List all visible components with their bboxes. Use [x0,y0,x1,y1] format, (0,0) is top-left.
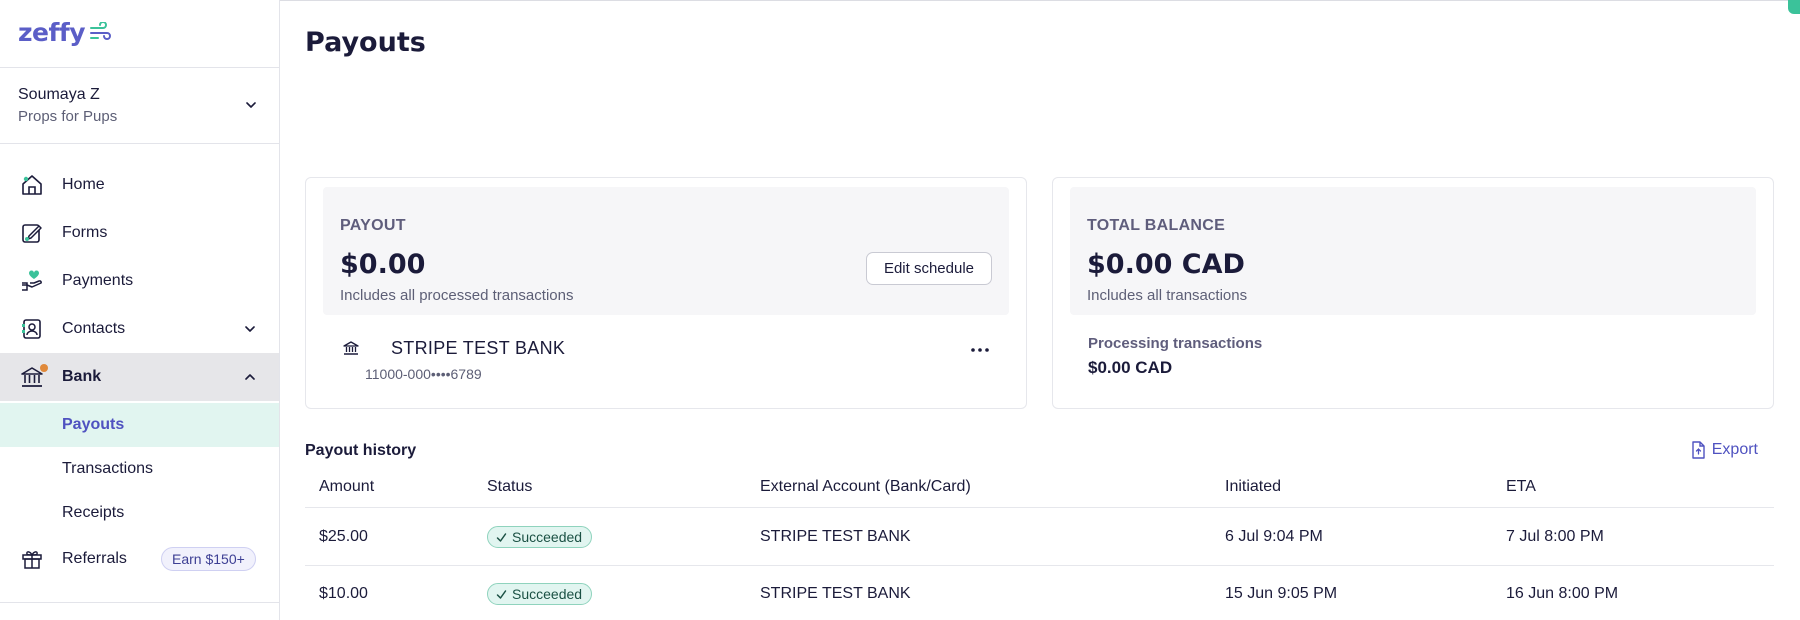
bank-name: STRIPE TEST BANK [391,338,566,358]
status-text: Succeeded [512,586,583,602]
sidebar-subitem-label: Transactions [62,460,153,477]
cell-amount: $10.00 [319,585,368,602]
payout-amount: $0.00 [340,249,426,280]
balance-label: TOTAL BALANCE [1087,217,1226,234]
payout-card: PAYOUT $0.00 Includes all processed tran… [305,177,1027,409]
status-text: Succeeded [512,529,583,545]
chevron-down-icon [246,102,256,108]
bank-icon [343,341,359,355]
processing-label: Processing transactions [1088,335,1263,352]
balance-card: TOTAL BALANCE $0.00 CAD Includes all tra… [1052,177,1774,409]
sidebar-item-label: Bank [62,368,102,385]
notification-dot [40,364,48,372]
status-badge: Succeeded [487,526,593,548]
column-header[interactable]: ETA [1506,478,1536,496]
sidebar: zeffy Soumaya Z Props for Pups Home Form… [0,0,280,620]
gift-icon [22,551,42,569]
payout-description: Includes all processed transactions [340,287,574,304]
divider [0,67,279,68]
payout-summary: PAYOUT $0.00 Includes all processed tran… [323,187,1009,315]
column-header[interactable]: Amount [319,478,374,496]
org-name: Soumaya Z [18,86,100,103]
chevron-down-icon [245,326,255,332]
sidebar-item-label: Referrals [62,550,127,567]
org-subtitle: Props for Pups [18,108,118,125]
sidebar-subitem-payouts[interactable]: Payouts [0,403,279,447]
cell-initiated: 15 Jun 9:05 PM [1225,585,1338,602]
export-label: Export [1711,441,1758,458]
logo-wind-icon [90,21,112,40]
sidebar-item-label: Payments [62,272,134,289]
export-button[interactable]: Export [1690,441,1758,459]
org-switcher[interactable]: Soumaya Z Props for Pups [18,86,262,125]
divider [0,143,279,144]
contacts-icon [22,319,41,339]
balance-summary: TOTAL BALANCE $0.00 CAD Includes all tra… [1070,187,1756,315]
cell-eta: 7 Jul 8:00 PM [1506,528,1604,545]
sidebar-item-label: Home [62,176,105,193]
sidebar-subitem-label: Receipts [62,504,125,521]
sidebar-item-bank[interactable]: Bank [0,353,279,401]
divider [0,602,279,603]
check-icon [496,532,507,542]
sidebar-item-referrals[interactable]: Referrals Earn $150+ [0,535,279,583]
cell-amount: $25.00 [319,528,368,545]
sidebar-subitem-receipts[interactable]: Receipts [0,491,279,535]
page-title: Payouts [305,27,426,58]
export-file-icon [1692,441,1705,459]
bank-account-number: 11000-000••••6789 [365,366,482,382]
sidebar-item-home[interactable]: Home [0,161,279,209]
payments-icon [22,270,42,291]
sidebar-subitem-label: Payouts [62,416,125,433]
processing-value: $0.00 CAD [1088,358,1173,377]
column-header[interactable]: Initiated [1225,478,1281,496]
balance-description: Includes all transactions [1087,287,1248,304]
cell-initiated: 6 Jul 9:04 PM [1225,528,1323,545]
sidebar-item-label: Forms [62,224,108,241]
column-header[interactable]: External Account (Bank/Card) [760,478,971,496]
sidebar-item-contacts[interactable]: Contacts [0,305,279,353]
divider [305,565,1774,566]
cell-eta: 16 Jun 8:00 PM [1506,585,1619,602]
forms-icon [22,224,42,243]
balance-amount: $0.00 CAD [1087,249,1245,280]
earn-badge[interactable]: Earn $150+ [161,547,256,571]
chevron-up-icon [245,374,255,380]
home-icon [22,175,42,195]
sidebar-subitem-transactions[interactable]: Transactions [0,447,279,491]
logo-text: zeffy [18,18,86,47]
payout-label: PAYOUT [340,217,406,234]
cell-account: STRIPE TEST BANK [760,585,911,602]
column-header[interactable]: Status [487,478,532,496]
status-badge: Succeeded [487,583,593,605]
sidebar-item-forms[interactable]: Forms [0,209,279,257]
corner-indicator [1788,0,1800,14]
app-root: zeffy Soumaya Z Props for Pups Home Form… [0,0,1800,620]
divider [305,507,1774,508]
sidebar-item-label: Contacts [62,320,126,337]
cell-account: STRIPE TEST BANK [760,528,911,545]
check-icon [496,589,507,599]
more-options-icon[interactable] [968,338,992,362]
sidebar-item-payments[interactable]: Payments [0,257,279,305]
edit-schedule-button[interactable]: Edit schedule [865,252,992,285]
logo[interactable]: zeffy [18,18,113,47]
history-title: Payout history [305,442,417,459]
